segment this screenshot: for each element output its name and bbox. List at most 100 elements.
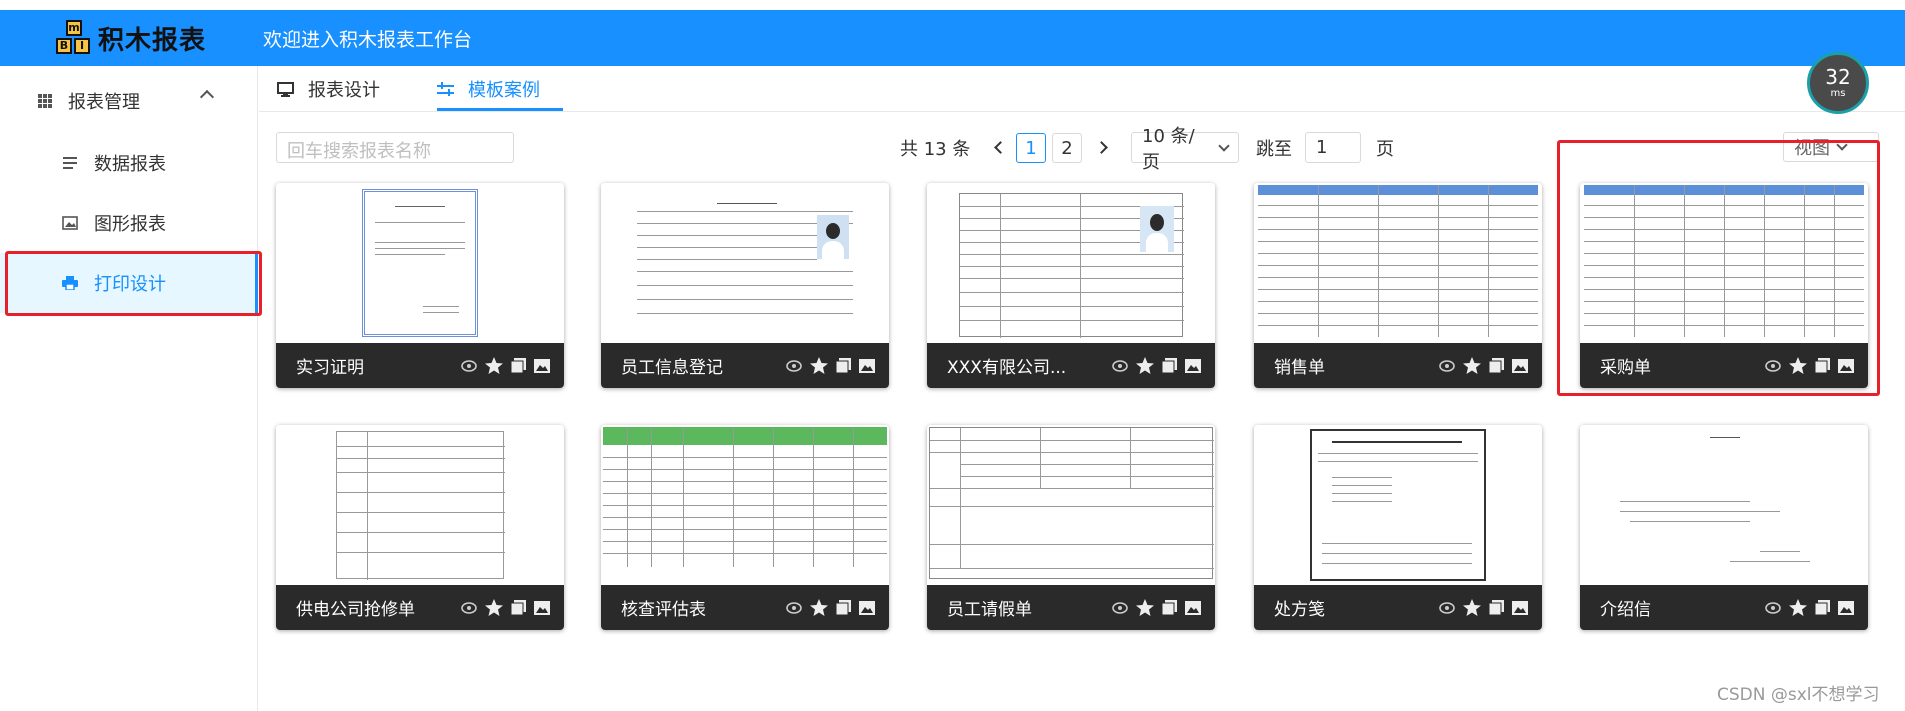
company-form-preview [959, 193, 1184, 338]
template-card-actions [1112, 357, 1201, 374]
template-card-title: 员工信息登记 [621, 358, 723, 378]
page-button-1[interactable]: 1 [1016, 133, 1046, 163]
page-unit-label: 页 [1376, 139, 1394, 160]
template-card-title: 员工请假单 [947, 600, 1032, 620]
tab-template-cases[interactable]: 模板案例 [437, 76, 540, 102]
picture-icon[interactable] [1838, 600, 1854, 615]
template-card-footer: 实习证明 [276, 343, 564, 388]
template-card-actions [461, 357, 550, 374]
star-icon[interactable] [1789, 599, 1807, 616]
template-card[interactable]: 实习证明 [276, 183, 564, 388]
response-time-badge: 32 ms [1807, 52, 1869, 114]
star-icon[interactable] [1463, 599, 1481, 616]
template-card-actions [786, 599, 875, 616]
page-size-select[interactable]: 10 条/页 [1131, 126, 1239, 173]
picture-icon[interactable] [534, 358, 550, 373]
copy-icon[interactable] [1815, 600, 1830, 615]
template-card[interactable]: 处方笺 [1254, 425, 1542, 630]
eye-icon[interactable] [1439, 601, 1455, 614]
template-card[interactable]: 核查评估表 [601, 425, 889, 630]
eye-icon[interactable] [1112, 359, 1128, 372]
template-card-title: 实习证明 [296, 358, 364, 378]
next-page-icon[interactable] [1095, 141, 1108, 154]
copy-icon[interactable] [1162, 600, 1177, 615]
star-icon[interactable] [810, 599, 828, 616]
tab-bar: 报表设计 模板案例 [259, 66, 1905, 112]
template-card[interactable]: 介绍信 [1580, 425, 1868, 630]
template-card-title: XXX有限公司... [947, 358, 1067, 378]
template-card-footer: 销售单 [1254, 343, 1542, 388]
logo-letter-i: I [74, 38, 90, 54]
template-card[interactable]: 员工信息登记 [601, 183, 889, 388]
template-card-footer: 介绍信 [1580, 585, 1868, 630]
copy-icon[interactable] [836, 600, 851, 615]
logo-letter-m: m [66, 20, 82, 36]
chevron-up-icon[interactable] [199, 89, 215, 105]
app-logo[interactable]: m B I 积木报表 [56, 20, 206, 56]
copy-icon[interactable] [511, 600, 526, 615]
prescription-preview [1310, 429, 1486, 581]
picture-icon[interactable] [1512, 358, 1528, 373]
chevron-down-icon [1218, 139, 1230, 152]
logo-mark: m B I [56, 20, 92, 56]
jump-page-input[interactable]: 1 [1305, 132, 1361, 163]
eye-icon[interactable] [461, 601, 477, 614]
star-icon[interactable] [485, 599, 503, 616]
template-thumbnail [1254, 425, 1542, 585]
picture-icon[interactable] [1185, 600, 1201, 615]
monitor-icon [277, 81, 294, 97]
template-card-footer: 员工请假单 [927, 585, 1215, 630]
eye-icon[interactable] [786, 359, 802, 372]
star-icon[interactable] [1136, 357, 1154, 374]
tab-label: 报表设计 [308, 80, 380, 101]
sales-table-preview [1258, 185, 1538, 337]
picture-icon[interactable] [534, 600, 550, 615]
picture-icon[interactable] [859, 600, 875, 615]
search-input[interactable]: 回车搜索报表名称 [276, 132, 514, 163]
star-icon[interactable] [1463, 357, 1481, 374]
template-card[interactable]: 供电公司抢修单 [276, 425, 564, 630]
eye-icon[interactable] [1112, 601, 1128, 614]
template-card[interactable]: 员工请假单 [927, 425, 1215, 630]
copy-icon[interactable] [1489, 600, 1504, 615]
copy-icon[interactable] [511, 358, 526, 373]
template-card[interactable]: XXX有限公司... [927, 183, 1215, 388]
template-card-actions [461, 599, 550, 616]
repair-form-preview [336, 431, 505, 580]
total-count: 共 13 条 [900, 139, 971, 160]
template-thumbnail [601, 425, 889, 585]
sidebar-item-data-report[interactable]: 数据报表 [0, 133, 258, 193]
top-edge [0, 0, 1905, 10]
picture-icon[interactable] [859, 358, 875, 373]
sidebar-group-report-management[interactable]: 报表管理 [38, 86, 238, 116]
template-card-actions [1112, 599, 1201, 616]
response-time-unit: ms [1830, 88, 1846, 99]
copy-icon[interactable] [1489, 358, 1504, 373]
sidebar-item-label: 图形报表 [94, 214, 166, 235]
picture-icon[interactable] [1512, 600, 1528, 615]
photo-placeholder [1140, 206, 1174, 252]
sliders-icon [437, 81, 454, 97]
copy-icon[interactable] [836, 358, 851, 373]
template-thumbnail [276, 183, 564, 343]
page-size-value: 10 条/页 [1142, 125, 1195, 173]
star-icon[interactable] [810, 357, 828, 374]
eye-icon[interactable] [461, 359, 477, 372]
page-button-2[interactable]: 2 [1052, 133, 1082, 163]
prev-page-icon[interactable] [994, 141, 1007, 154]
star-icon[interactable] [1136, 599, 1154, 616]
eye-icon[interactable] [1765, 601, 1781, 614]
tab-label: 模板案例 [468, 80, 540, 101]
tab-active-indicator [437, 108, 563, 111]
template-card-footer: 核查评估表 [601, 585, 889, 630]
eye-icon[interactable] [786, 601, 802, 614]
template-card[interactable]: 销售单 [1254, 183, 1542, 388]
eye-icon[interactable] [1439, 359, 1455, 372]
template-card-title: 核查评估表 [621, 600, 706, 620]
picture-icon[interactable] [1185, 358, 1201, 373]
tab-report-design[interactable]: 报表设计 [277, 76, 380, 102]
copy-icon[interactable] [1162, 358, 1177, 373]
template-card-footer: 处方笺 [1254, 585, 1542, 630]
sidebar-item-chart-report[interactable]: 图形报表 [0, 193, 258, 253]
star-icon[interactable] [485, 357, 503, 374]
